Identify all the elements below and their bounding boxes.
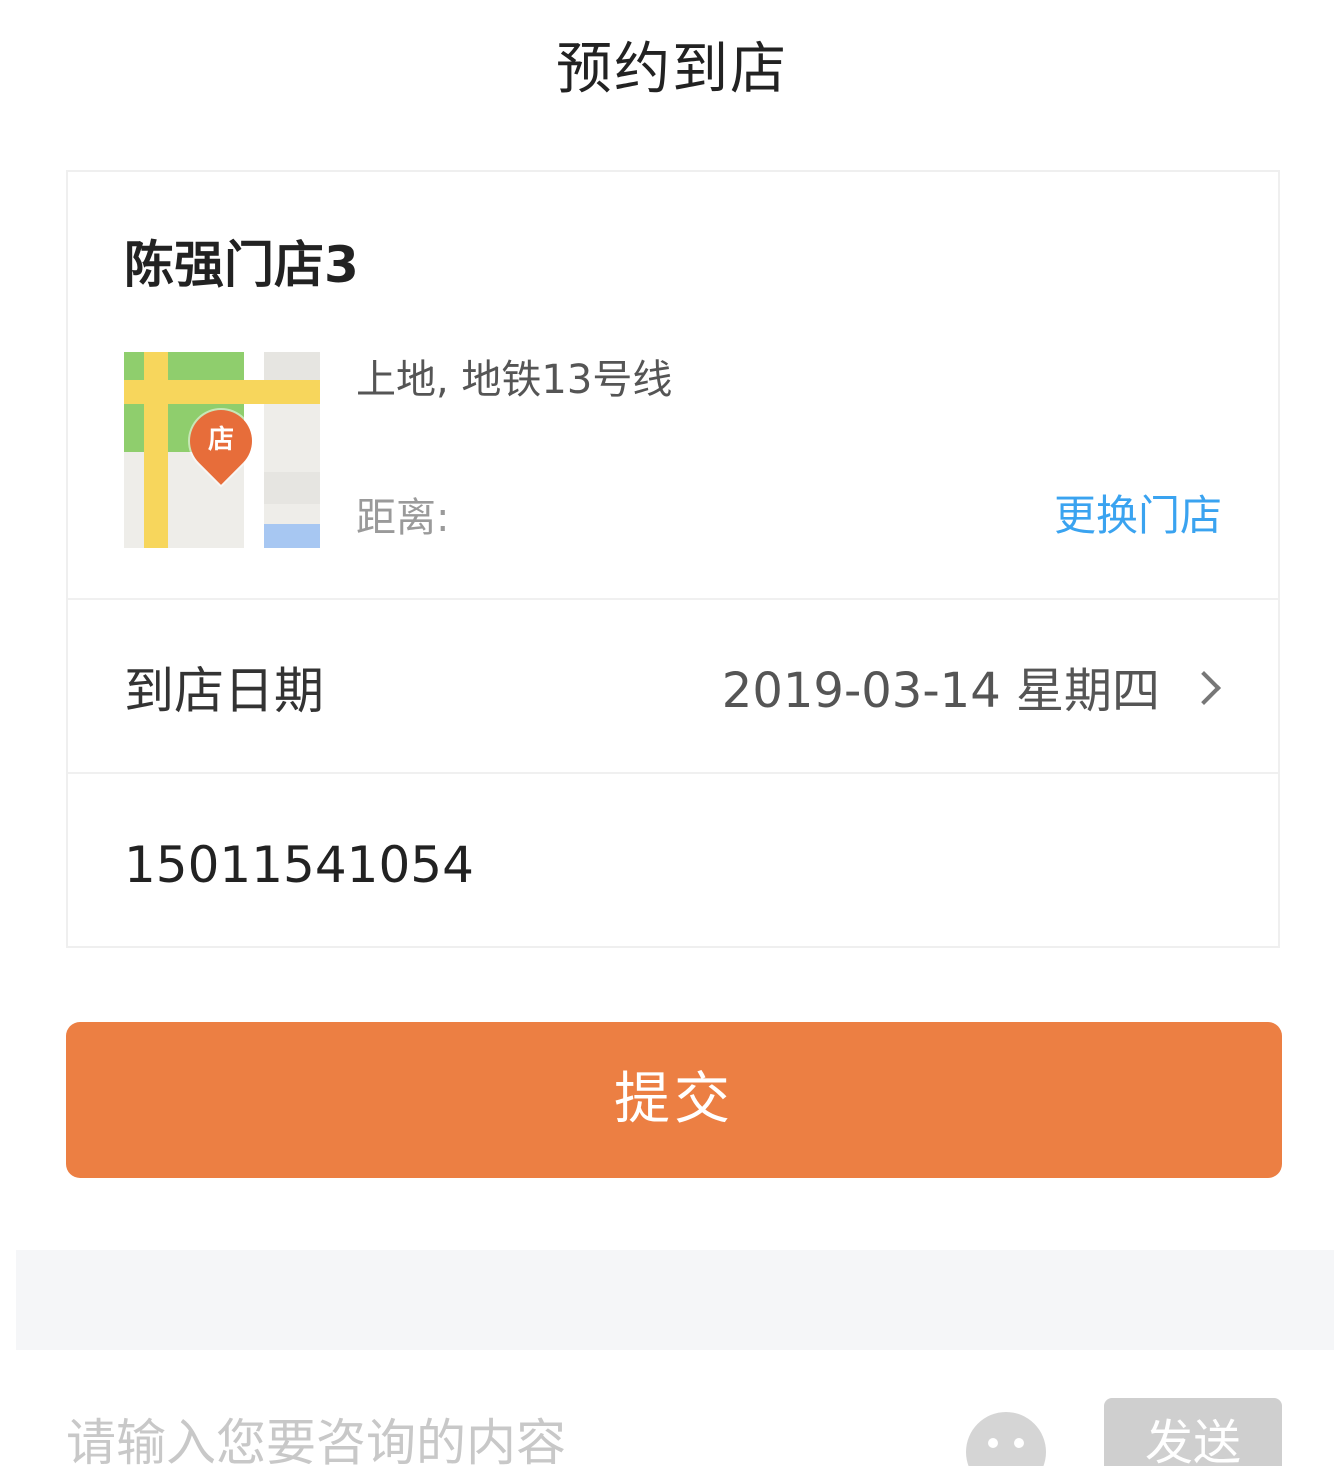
phone-number-field[interactable]: 15011541054	[124, 830, 474, 900]
appointment-card: 陈强门店3 店 上地, 地铁13号线 距离: 更换门店 到店日期 2019-03…	[66, 170, 1280, 948]
store-map-thumbnail[interactable]: 店	[124, 352, 320, 548]
chat-message-input[interactable]: 请输入您要咨询的内容	[66, 1408, 926, 1466]
map-building-block	[264, 352, 320, 380]
phone-row[interactable]: 15011541054	[68, 774, 1278, 948]
map-building-block	[264, 472, 320, 504]
emoji-eye	[988, 1438, 998, 1448]
emoji-eye	[1014, 1438, 1024, 1448]
submit-button[interactable]: 提交	[66, 1022, 1282, 1178]
store-section: 陈强门店3 店 上地, 地铁13号线 距离: 更换门店	[68, 172, 1278, 600]
emoji-icon[interactable]	[966, 1412, 1046, 1466]
store-name: 陈强门店3	[124, 236, 359, 294]
appointment-page: 预约到店 陈强门店3 店 上地, 地铁13号线 距离: 更换门店 到店日期 20…	[0, 0, 1344, 1466]
visit-date-row[interactable]: 到店日期 2019-03-14 星期四	[68, 600, 1278, 774]
visit-date-label: 到店日期	[124, 662, 324, 720]
change-store-link[interactable]: 更换门店	[1054, 488, 1222, 544]
store-address: 上地, 地铁13号线	[356, 357, 673, 403]
store-distance-label: 距离:	[356, 495, 450, 541]
visit-date-value: 2019-03-14 星期四	[721, 663, 1160, 719]
map-road-horizontal	[124, 380, 320, 404]
send-button[interactable]: 发送	[1104, 1398, 1282, 1466]
page-title: 预约到店	[556, 37, 788, 102]
chevron-right-icon	[1187, 671, 1221, 705]
map-water-area	[264, 524, 320, 548]
map-pin-label: 店	[207, 425, 234, 455]
section-divider-band	[16, 1250, 1334, 1350]
